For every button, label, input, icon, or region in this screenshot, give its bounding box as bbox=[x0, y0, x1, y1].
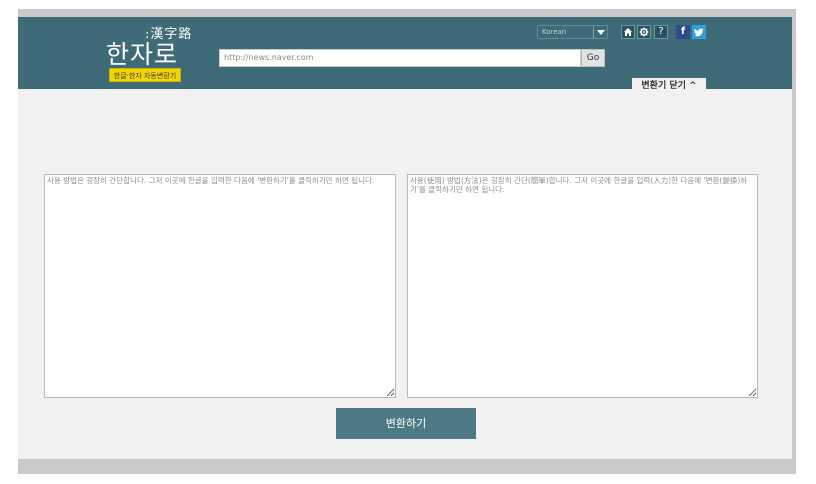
resize-handle-icon[interactable] bbox=[750, 390, 756, 396]
convert-button[interactable]: 변환하기 bbox=[336, 408, 476, 439]
hanja-output-textarea[interactable]: 사용(使用) 방법(方法)은 굉장히 간단(簡單)합니다. 그저 이곳에 한글을… bbox=[407, 174, 758, 398]
language-select-value: Korean bbox=[542, 28, 567, 36]
hanja-output-text: 사용(使用) 방법(方法)은 굉장히 간단(簡單)합니다. 그저 이곳에 한글을… bbox=[410, 176, 748, 194]
hanjaro-app: :漢字路 한자로 한글·한자 자동변환기 http://news.naver.c… bbox=[18, 17, 792, 459]
gear-icon[interactable] bbox=[637, 25, 651, 39]
logo[interactable]: 한자로 bbox=[106, 35, 178, 71]
logo-tagline-badge: 한글·한자 자동변환기 bbox=[109, 68, 181, 82]
header-bar: :漢字路 한자로 한글·한자 자동변환기 http://news.naver.c… bbox=[18, 17, 792, 94]
help-icon[interactable]: ? bbox=[654, 25, 668, 39]
facebook-icon[interactable]: f bbox=[676, 25, 690, 39]
url-input[interactable]: http://news.naver.com bbox=[219, 49, 581, 67]
home-icon[interactable] bbox=[621, 25, 635, 39]
hangul-input-text: 사용 방법은 굉장히 간단합니다. 그저 이곳에 한글을 입력한 다음에 '변환… bbox=[47, 176, 375, 185]
twitter-icon[interactable] bbox=[692, 25, 706, 39]
close-converter-tab[interactable]: 변환기 닫기 ^ bbox=[632, 78, 706, 94]
resize-handle-icon[interactable] bbox=[388, 390, 394, 396]
go-button[interactable]: Go bbox=[581, 49, 605, 67]
hangul-input-textarea[interactable]: 사용 방법은 굉장히 간단합니다. 그저 이곳에 한글을 입력한 다음에 '변환… bbox=[44, 174, 396, 398]
browser-frame: :漢字路 한자로 한글·한자 자동변환기 http://news.naver.c… bbox=[18, 9, 796, 474]
language-select[interactable]: Korean bbox=[537, 25, 608, 39]
chevron-down-icon[interactable] bbox=[593, 26, 607, 38]
